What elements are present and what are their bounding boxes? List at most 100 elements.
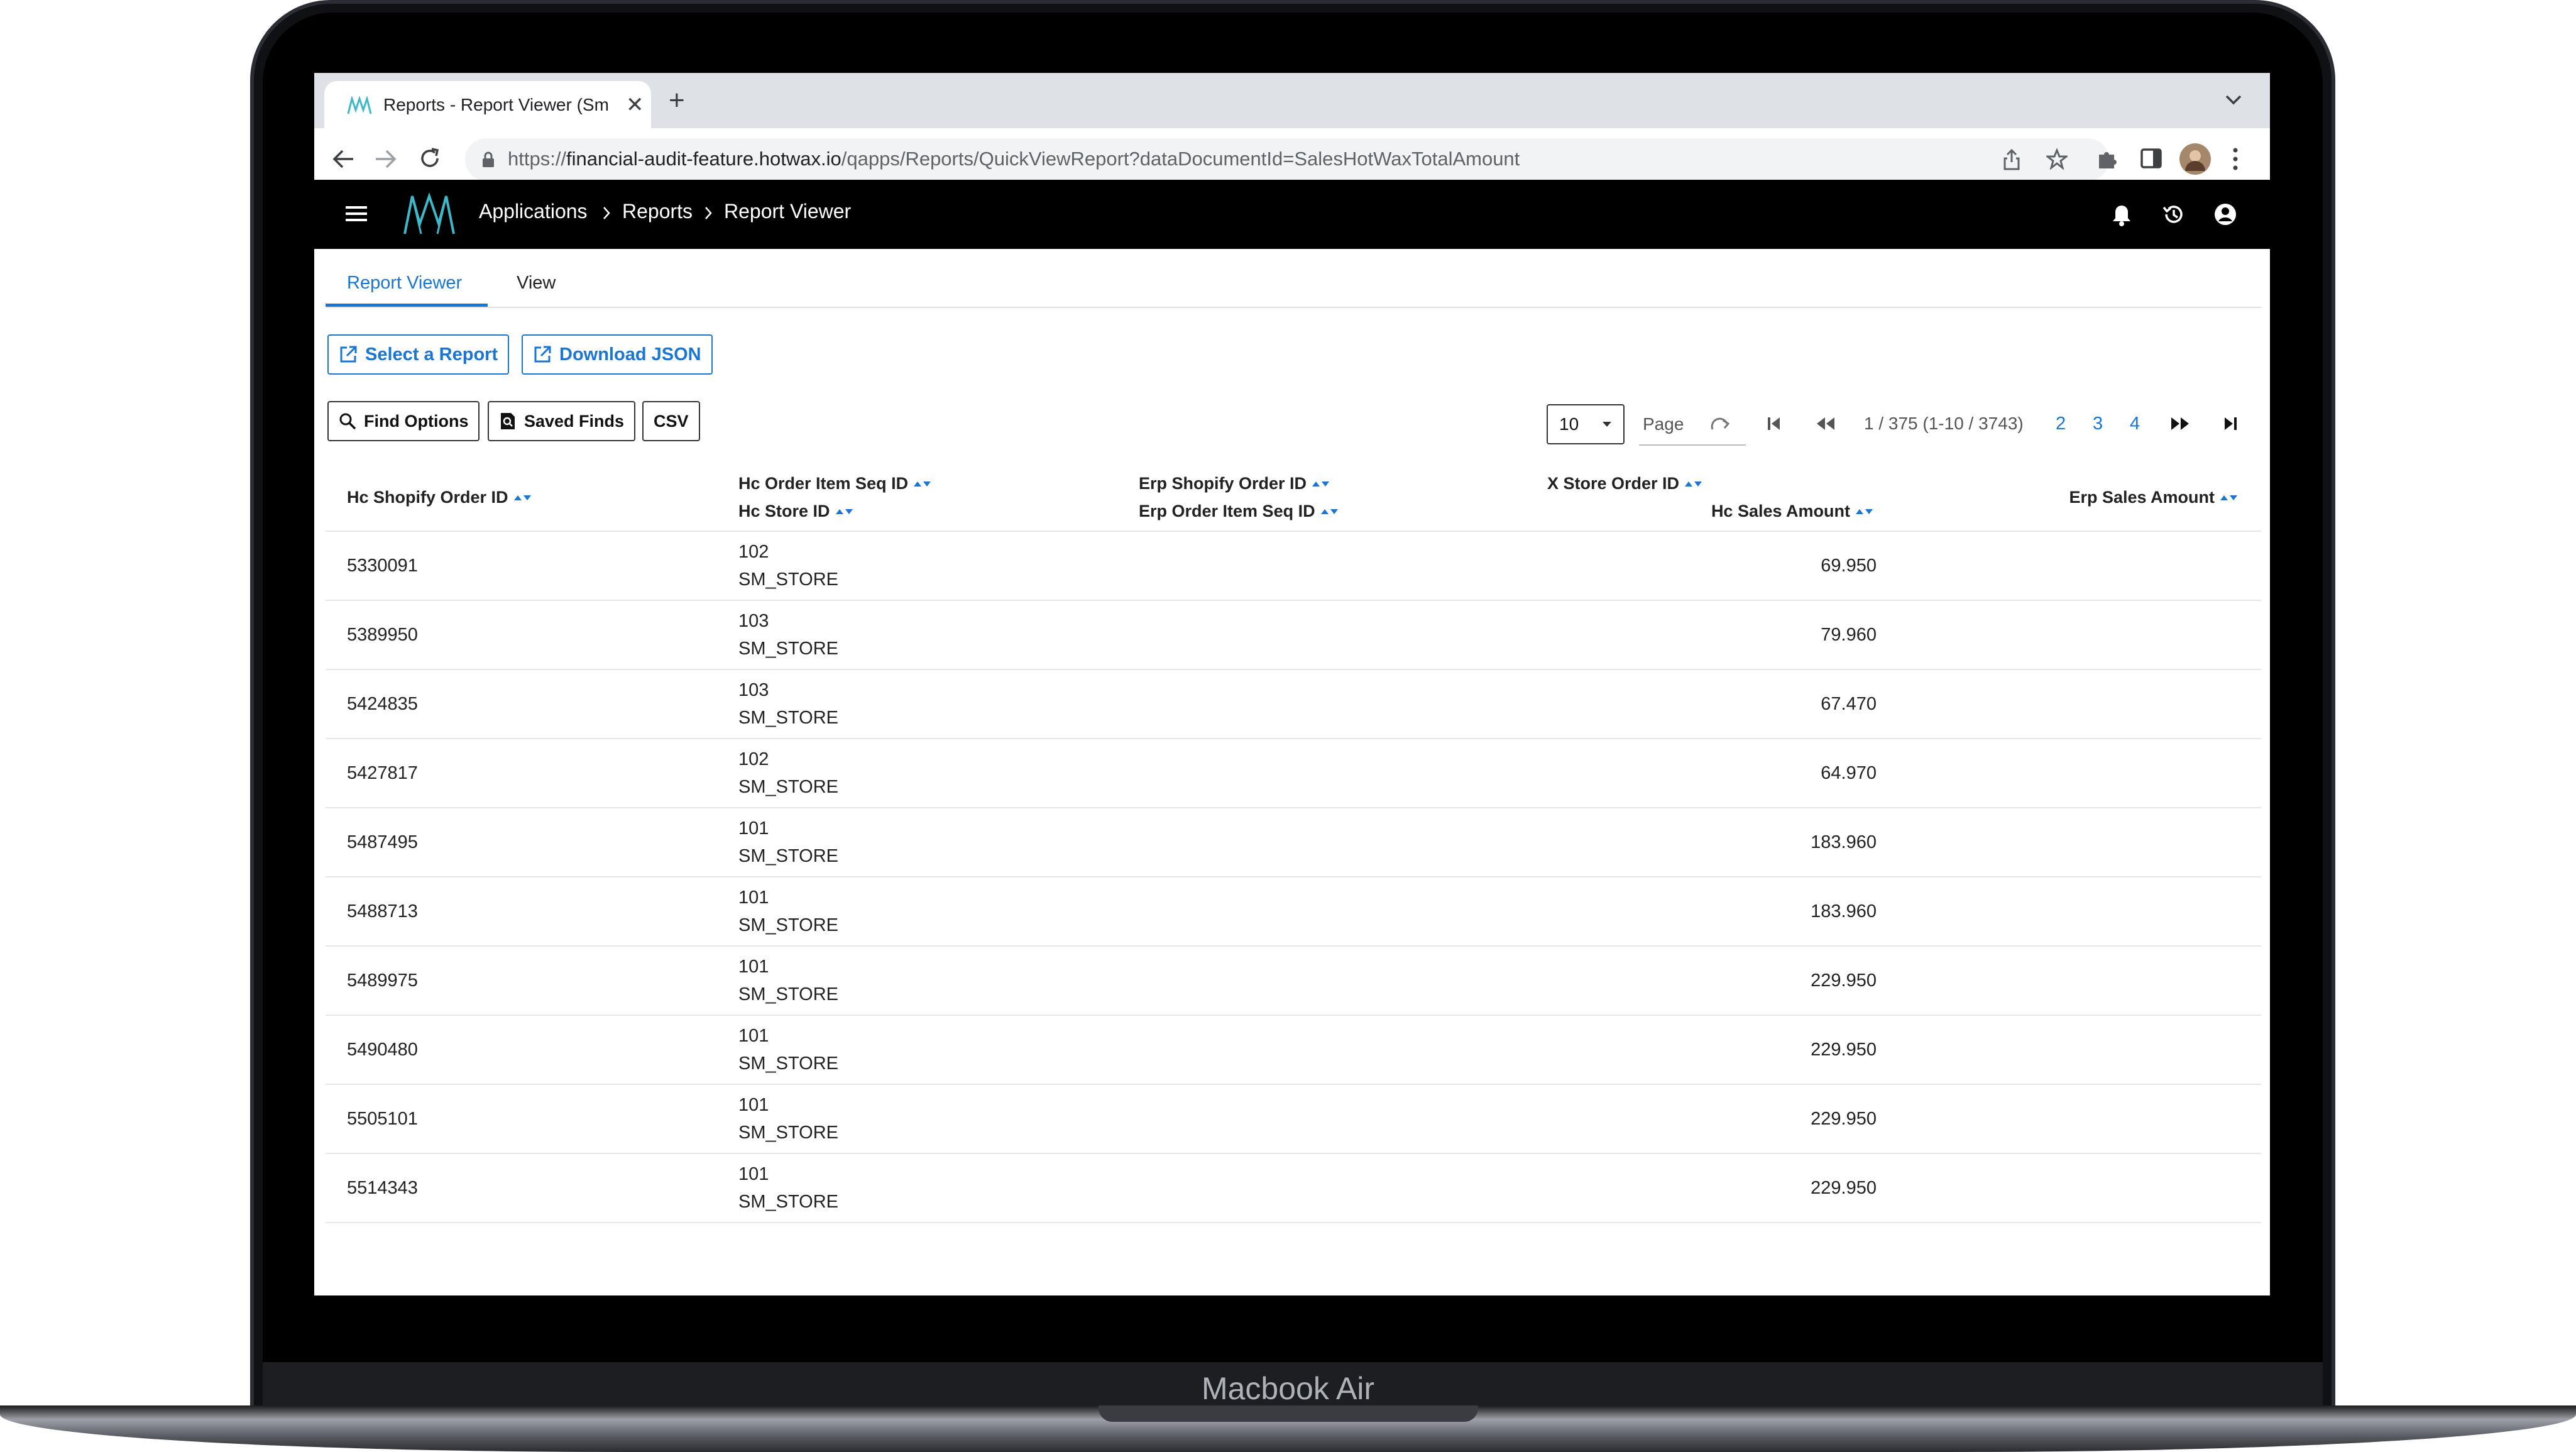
- column-header-hc-order-item-seq-id[interactable]: Hc Order Item Seq ID: [738, 474, 932, 493]
- cell-hc-sales-amount: 229.950: [1811, 1040, 1877, 1060]
- cell-hc-store-id: SM_STORE: [738, 1123, 839, 1143]
- table-row[interactable]: 5389950 103 SM_STORE 79.960: [326, 600, 2261, 670]
- sort-arrows-icon[interactable]: [1684, 480, 1703, 488]
- table-row[interactable]: 5487495 101 SM_STORE 183.960: [326, 807, 2261, 877]
- cell-hc-sales-amount: 229.950: [1811, 1109, 1877, 1129]
- cell-hc-store-id: SM_STORE: [738, 777, 839, 797]
- side-panel-icon[interactable]: [2140, 148, 2162, 168]
- column-header-label: Hc Store ID: [738, 502, 830, 520]
- table-row[interactable]: 5514343 101 SM_STORE 229.950: [326, 1153, 2261, 1223]
- csv-label: CSV: [654, 411, 689, 431]
- extensions-puzzle-icon[interactable]: [2096, 148, 2118, 170]
- breadcrumb-reports[interactable]: Reports: [622, 200, 693, 223]
- page-jump-label: Page: [1643, 414, 1684, 434]
- csv-button[interactable]: CSV: [642, 401, 700, 441]
- sort-arrows-icon[interactable]: [2220, 493, 2239, 502]
- close-tab-icon[interactable]: ✕: [626, 92, 644, 118]
- column-header-erp-shopify-order-id[interactable]: Erp Shopify Order ID: [1139, 474, 1330, 493]
- cell-hc-store-id: SM_STORE: [738, 708, 839, 728]
- cell-hc-order-item-seq-id: 101: [738, 1095, 769, 1115]
- saved-search-icon: [499, 412, 517, 431]
- next-pages-icon[interactable]: [2169, 416, 2191, 431]
- column-header-hc-sales-amount[interactable]: Hc Sales Amount: [1711, 502, 1874, 521]
- cell-hc-sales-amount: 79.960: [1821, 625, 1877, 645]
- new-tab-icon[interactable]: +: [669, 87, 685, 114]
- column-header-label: Hc Sales Amount: [1711, 502, 1850, 520]
- cell-hc-sales-amount: 64.970: [1821, 763, 1877, 783]
- column-header-label: Erp Sales Amount: [2069, 488, 2215, 507]
- column-header-label: Erp Shopify Order ID: [1139, 474, 1307, 493]
- breadcrumb-applications[interactable]: Applications: [479, 200, 588, 223]
- breadcrumb-chevron-icon: [704, 206, 713, 220]
- page-link-4[interactable]: 4: [2130, 414, 2140, 434]
- cell-hc-order-item-seq-id: 101: [738, 818, 769, 839]
- go-to-page-icon[interactable]: [1711, 417, 1732, 432]
- cell-hc-sales-amount: 183.960: [1811, 832, 1877, 852]
- cell-hc-sales-amount: 69.950: [1821, 556, 1877, 576]
- page-link-2[interactable]: 2: [2056, 414, 2066, 434]
- cell-hc-shopify-order-id: 5514343: [347, 1178, 418, 1198]
- table-row[interactable]: 5330091 102 SM_STORE 69.950: [326, 531, 2261, 601]
- table-row[interactable]: 5427817 102 SM_STORE 64.970: [326, 738, 2261, 808]
- column-header-erp-sales-amount[interactable]: Erp Sales Amount: [2069, 488, 2239, 507]
- history-icon[interactable]: [2162, 202, 2186, 226]
- saved-finds-label: Saved Finds: [524, 411, 625, 431]
- cell-hc-order-item-seq-id: 101: [738, 888, 769, 908]
- column-header-hc-store-id[interactable]: Hc Store ID: [738, 502, 854, 521]
- sort-arrows-icon[interactable]: [913, 480, 932, 488]
- page-size-select[interactable]: 10: [1547, 404, 1625, 444]
- reload-icon[interactable]: [419, 147, 441, 170]
- cell-hc-order-item-seq-id: 103: [738, 680, 769, 700]
- cell-hc-store-id: SM_STORE: [738, 846, 839, 866]
- cell-hc-sales-amount: 229.950: [1811, 971, 1877, 991]
- cell-hc-shopify-order-id: 5427817: [347, 763, 418, 783]
- cell-hc-shopify-order-id: 5488713: [347, 901, 418, 921]
- table-row[interactable]: 5489975 101 SM_STORE 229.950: [326, 945, 2261, 1016]
- notifications-bell-icon[interactable]: [2112, 204, 2132, 226]
- share-icon[interactable]: [2002, 148, 2021, 171]
- browser-tab[interactable]: Reports - Report Viewer (SmS ✕: [324, 81, 651, 128]
- find-options-button[interactable]: Find Options: [327, 401, 480, 441]
- tab-view[interactable]: View: [517, 273, 556, 294]
- sort-arrows-icon[interactable]: [1320, 507, 1339, 516]
- tab-search-chevron-icon[interactable]: [2225, 94, 2242, 106]
- column-header-hc-shopify-order-id[interactable]: Hc Shopify Order ID: [347, 488, 532, 507]
- hotwax-logo[interactable]: [402, 192, 456, 236]
- first-page-icon[interactable]: [1766, 416, 1782, 431]
- profile-avatar[interactable]: [2179, 143, 2211, 175]
- hamburger-menu-icon[interactable]: [346, 205, 367, 223]
- browser-menu-kebab-icon[interactable]: [2232, 147, 2239, 171]
- browser-tab-title: Reports - Report Viewer (SmS: [383, 95, 610, 114]
- download-json-button[interactable]: Download JSON: [522, 334, 713, 375]
- open-in-new-icon: [339, 345, 358, 364]
- tab-report-viewer[interactable]: Report Viewer: [347, 273, 462, 294]
- app-bar: Applications Reports Report Viewer: [314, 180, 2270, 249]
- table-row[interactable]: 5424835 103 SM_STORE 67.470: [326, 669, 2261, 739]
- table-row[interactable]: 5490480 101 SM_STORE 229.950: [326, 1015, 2261, 1085]
- select-report-button[interactable]: Select a Report: [327, 334, 510, 375]
- cell-hc-sales-amount: 229.950: [1811, 1178, 1877, 1198]
- page-link-3[interactable]: 3: [2093, 414, 2103, 434]
- table-row[interactable]: 5488713 101 SM_STORE 183.960: [326, 876, 2261, 947]
- pagination-summary: 1 / 375 (1-10 / 3743): [1864, 414, 2024, 433]
- saved-finds-button[interactable]: Saved Finds: [488, 401, 636, 441]
- sort-arrows-icon[interactable]: [513, 493, 532, 502]
- page-jump-field[interactable]: Page: [1639, 404, 1746, 446]
- lock-icon: [481, 151, 495, 168]
- back-arrow-icon[interactable]: [332, 148, 354, 170]
- account-circle-icon[interactable]: [2213, 202, 2237, 226]
- hotwax-favicon: [347, 96, 372, 115]
- table-row[interactable]: 5505101 101 SM_STORE 229.950: [326, 1084, 2261, 1154]
- last-page-icon[interactable]: [2222, 416, 2239, 431]
- previous-pages-icon[interactable]: [1815, 416, 1836, 431]
- column-header-erp-order-item-seq-id[interactable]: Erp Order Item Seq ID: [1139, 502, 1339, 521]
- sort-arrows-icon[interactable]: [1855, 507, 1874, 516]
- cell-hc-shopify-order-id: 5487495: [347, 832, 418, 852]
- column-header-x-store-order-id[interactable]: X Store Order ID: [1547, 474, 1703, 493]
- sort-arrows-icon[interactable]: [835, 507, 854, 516]
- breadcrumb-chevron-icon: [602, 206, 611, 220]
- bookmark-star-icon[interactable]: [2046, 148, 2068, 170]
- sort-arrows-icon[interactable]: [1312, 480, 1330, 488]
- address-bar[interactable]: https://financial-audit-feature.hotwax.i…: [465, 138, 2109, 181]
- forward-arrow-icon[interactable]: [375, 148, 397, 170]
